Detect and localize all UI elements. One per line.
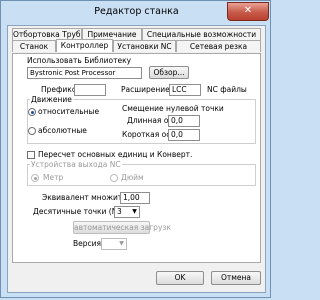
relative-radio[interactable] — [28, 108, 36, 116]
tab-machine[interactable]: Станок — [12, 40, 56, 52]
meter-radio[interactable] — [31, 174, 39, 182]
autoload-button[interactable]: автоматическая загрузк — [73, 221, 171, 234]
chevron-down-icon: ▼ — [132, 208, 137, 215]
editor-window: Редактор станка ✕ Отбортовка Трубы Приме… — [0, 0, 271, 298]
library-field[interactable]: Bystronic Post Processor — [27, 67, 142, 79]
tab-controller[interactable]: Контроллер — [56, 39, 113, 52]
absolute-radio[interactable] — [28, 127, 36, 135]
recalc-checkbox[interactable] — [27, 151, 35, 159]
tab-network-cutting[interactable]: Сетевая резка — [176, 40, 261, 52]
recalc-label: Пересчет основных единиц и Конверт. — [38, 150, 193, 159]
prefix-label: Префикс — [41, 85, 76, 94]
inch-radio[interactable] — [110, 174, 118, 182]
relative-label: относительные — [38, 107, 100, 116]
tab-special-features[interactable]: Специальные возможности — [142, 28, 261, 40]
close-icon: ✕ — [243, 5, 253, 16]
extension-suffix: NC файлы — [207, 85, 247, 94]
movement-group-title: Движение — [30, 95, 73, 104]
extension-label: Расширение — [121, 85, 170, 94]
absolute-label: абсолютные — [38, 126, 87, 135]
browse-button[interactable]: Обзор... — [149, 66, 189, 79]
version-select[interactable]: ▼ — [101, 238, 127, 250]
decimals-value: 3 — [117, 207, 122, 216]
extension-input[interactable]: LCC — [169, 84, 201, 96]
decimals-label: Десятичные точки (NC — [33, 207, 123, 216]
cancel-button[interactable]: Отмена — [211, 271, 261, 285]
library-label: Использовать Библиотеку — [27, 56, 132, 65]
short-axis-input[interactable]: 0,0 — [168, 129, 200, 141]
dialog-client-area: Отбортовка Трубы Примечание Специальные … — [7, 25, 266, 293]
prefix-input[interactable] — [74, 84, 106, 96]
multiplier-input[interactable]: 1,00 — [120, 192, 150, 204]
long-axis-input[interactable]: 0,0 — [168, 115, 200, 127]
output-units-title: Устройства выхода NC — [30, 160, 122, 169]
meter-label: Метр — [43, 173, 64, 182]
ok-button[interactable]: OK — [156, 271, 204, 285]
decimals-select[interactable]: 3 ▼ — [114, 206, 140, 218]
chevron-down-icon: ▼ — [119, 240, 124, 247]
controller-panel: Использовать Библиотеку Bystronic Post P… — [12, 53, 261, 263]
short-axis-label: Короткая ось — [122, 130, 175, 139]
close-button[interactable]: ✕ — [227, 2, 269, 21]
version-label: Версия — [73, 239, 102, 248]
zero-shift-title: Смещение нулевой точки — [122, 104, 224, 113]
inch-label: Дюйм — [121, 173, 144, 182]
tab-nc-settings[interactable]: Установки NC — [113, 40, 176, 52]
